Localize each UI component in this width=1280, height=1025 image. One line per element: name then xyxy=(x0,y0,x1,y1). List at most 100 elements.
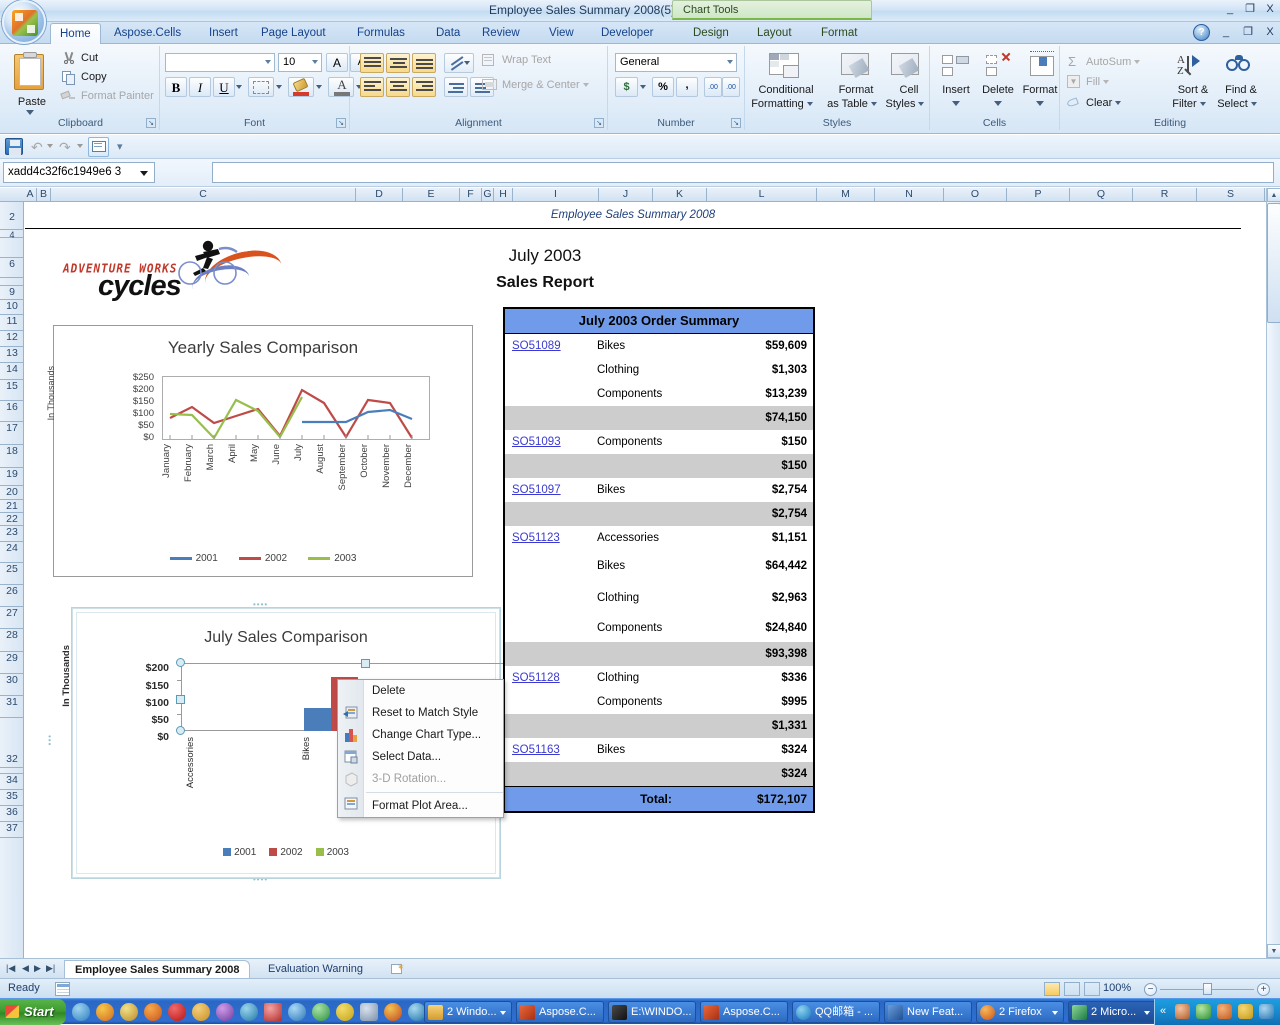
quicklaunch-opera-icon[interactable] xyxy=(168,1003,186,1021)
quicklaunch-icon-11[interactable] xyxy=(312,1003,330,1021)
currency-button[interactable]: $ xyxy=(615,77,638,97)
column-header-E[interactable]: E xyxy=(403,188,460,202)
borders-dropdown-icon[interactable] xyxy=(276,85,282,89)
order-link[interactable]: SO51163 xyxy=(512,744,560,756)
chart2-handle-middle-left[interactable] xyxy=(176,695,185,704)
quicklaunch-firefox-icon[interactable] xyxy=(144,1003,162,1021)
table-row[interactable]: Bikes $64,442 xyxy=(505,550,813,582)
sheet-tab-employee-sales-summary-2008[interactable]: Employee Sales Summary 2008 xyxy=(64,960,251,979)
chart2-bar-2001-bikes[interactable] xyxy=(304,708,331,731)
paste-dropdown-icon[interactable] xyxy=(26,110,34,115)
name-box[interactable]: xadd4c32f6c1949e6 3 xyxy=(3,162,155,183)
quick-print-icon[interactable] xyxy=(88,137,109,157)
align-left-icon[interactable] xyxy=(360,77,384,97)
nav-first-sheet-icon[interactable]: |◀ xyxy=(6,963,15,974)
column-header-N[interactable]: N xyxy=(875,188,944,202)
clear-button[interactable]: Clear xyxy=(1086,97,1122,109)
order-link[interactable]: SO51093 xyxy=(512,436,561,448)
row-header-31[interactable]: 31 xyxy=(0,696,24,718)
start-button[interactable]: Start xyxy=(0,999,66,1025)
column-header-Q[interactable]: Q xyxy=(1070,188,1133,202)
table-row-subtotal[interactable]: $74,150 xyxy=(505,406,813,430)
customize-qat-icon[interactable]: ▾ xyxy=(117,140,123,153)
context-menu-item-format-plot-area[interactable]: Format Plot Area... xyxy=(338,795,503,817)
taskbar-item-firefox[interactable]: 2 Firefox xyxy=(976,1001,1064,1023)
font-name-input[interactable] xyxy=(165,53,275,72)
insert-dropdown-icon[interactable] xyxy=(952,101,960,106)
column-header-M[interactable]: M xyxy=(817,188,875,202)
row-header-36[interactable]: 36 xyxy=(0,806,24,822)
decrease-indent-icon[interactable] xyxy=(444,77,468,97)
order-link-cell[interactable]: SO51097 xyxy=(505,484,597,496)
table-row-subtotal[interactable]: $93,398 xyxy=(505,642,813,666)
scroll-down-button[interactable]: ▼ xyxy=(1267,944,1280,958)
tab-data[interactable]: Data xyxy=(427,23,469,44)
row-header-25[interactable]: 25 xyxy=(0,563,24,585)
borders-button[interactable] xyxy=(248,77,274,97)
tray-icon-1[interactable] xyxy=(1175,1004,1190,1019)
quicklaunch-icon-7[interactable] xyxy=(216,1003,234,1021)
tray-icon-2[interactable] xyxy=(1196,1004,1211,1019)
row-header-34[interactable]: 34 xyxy=(0,774,24,790)
font-dialog-launcher[interactable]: ↘ xyxy=(336,118,346,128)
order-link[interactable]: SO51128 xyxy=(512,672,560,684)
tab-view[interactable]: View xyxy=(540,23,583,44)
row-header-13[interactable]: 13 xyxy=(0,347,24,363)
scroll-up-button[interactable]: ▲ xyxy=(1267,188,1280,202)
zoom-out-button[interactable]: − xyxy=(1144,983,1157,996)
order-link[interactable]: SO51097 xyxy=(512,484,561,496)
chevron-down-icon[interactable] xyxy=(1052,1011,1058,1015)
grow-font-button[interactable]: A xyxy=(326,53,348,72)
table-row[interactable]: SO51123 Accessories $1,151 xyxy=(505,526,813,550)
row-header-37[interactable]: 37 xyxy=(0,822,24,838)
sheet-tab-evaluation-warning[interactable]: Evaluation Warning xyxy=(258,960,373,979)
table-row[interactable]: Components $24,840 xyxy=(505,614,813,642)
order-link-cell[interactable]: SO51128 xyxy=(505,672,597,684)
name-box-dropdown-icon[interactable] xyxy=(140,171,148,176)
page-break-preview-button[interactable] xyxy=(1084,982,1100,996)
table-row[interactable]: SO51089 Bikes $59,609 xyxy=(505,334,813,358)
formula-input[interactable] xyxy=(212,162,1274,183)
quicklaunch-icon-12[interactable] xyxy=(336,1003,354,1021)
column-header-G[interactable]: G xyxy=(482,188,494,202)
column-header-A[interactable]: A xyxy=(24,188,37,202)
align-bottom-icon[interactable] xyxy=(412,53,436,73)
redo-dropdown-icon[interactable] xyxy=(77,144,83,148)
nav-next-sheet-icon[interactable]: ▶ xyxy=(34,963,41,974)
tab-page-layout[interactable]: Page Layout xyxy=(252,23,335,44)
tab-home[interactable]: Home xyxy=(50,23,101,44)
tab-chart-format[interactable]: Format xyxy=(812,23,866,44)
row-header-12[interactable]: 12 xyxy=(0,331,24,347)
table-row[interactable]: Clothing $2,963 xyxy=(505,582,813,614)
row-header-5[interactable]: 5 xyxy=(0,238,24,258)
taskbar-item-aspose-cells-2[interactable]: Aspose.C... xyxy=(700,1001,788,1023)
column-header-L[interactable]: L xyxy=(707,188,817,202)
nav-prev-sheet-icon[interactable]: ◀ xyxy=(22,963,29,974)
column-header-C[interactable]: C xyxy=(51,188,356,202)
row-header-22[interactable]: 22 xyxy=(0,513,24,526)
table-row[interactable]: SO51163 Bikes $324 xyxy=(505,738,813,762)
macro-record-icon[interactable] xyxy=(55,982,70,996)
fill-color-button[interactable] xyxy=(288,77,314,97)
undo-dropdown-icon[interactable] xyxy=(47,144,53,148)
row-header-17[interactable]: 17 xyxy=(0,422,24,445)
row-header-26[interactable]: 26 xyxy=(0,585,24,607)
row-header-8[interactable]: 8 xyxy=(0,278,24,286)
column-header-O[interactable]: O xyxy=(944,188,1007,202)
underline-dropdown-icon[interactable] xyxy=(236,85,242,89)
font-size-dropdown-icon[interactable] xyxy=(312,60,318,64)
table-row[interactable]: Clothing $1,303 xyxy=(505,358,813,382)
currency-dropdown-icon[interactable] xyxy=(640,85,646,89)
table-row-subtotal[interactable]: $2,754 xyxy=(505,502,813,526)
row-header-6[interactable]: 6 xyxy=(0,258,24,278)
tray-expand-icon[interactable]: « xyxy=(1160,1005,1166,1017)
percent-button[interactable]: % xyxy=(652,77,674,97)
tray-icon-4[interactable] xyxy=(1238,1004,1253,1019)
table-row[interactable]: SO51097 Bikes $2,754 xyxy=(505,478,813,502)
chart-yearly-sales-comparison[interactable]: Yearly Sales Comparison In Thousands $25… xyxy=(46,325,473,577)
row-header-28[interactable]: 28 xyxy=(0,629,24,652)
order-link[interactable]: SO51089 xyxy=(512,340,561,352)
tab-chart-design[interactable]: Design xyxy=(684,23,738,44)
order-link-cell[interactable]: SO51089 xyxy=(505,340,597,352)
clipboard-dialog-launcher[interactable]: ↘ xyxy=(146,118,156,128)
